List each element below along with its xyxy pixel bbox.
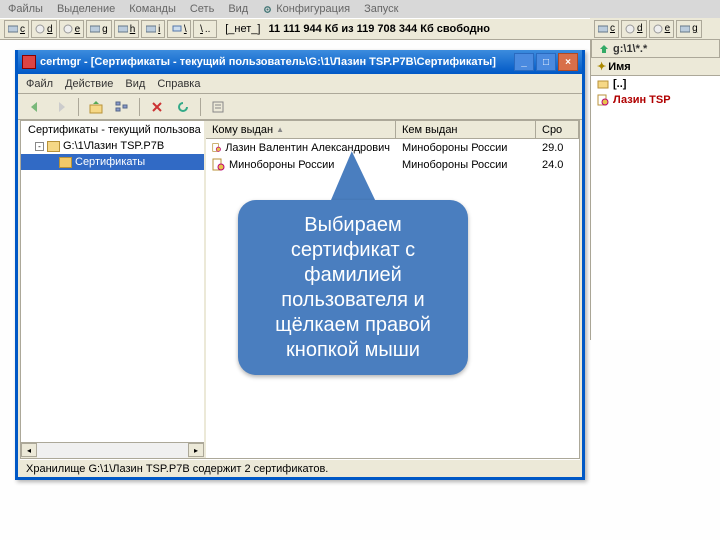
window-menu: Файл Действие Вид Справка — [18, 74, 582, 94]
certificate-icon — [212, 158, 225, 171]
drive-free-label: 11 111 944 Кб из 119 708 344 Кб свободно — [268, 23, 490, 35]
titlebar[interactable]: certmgr - [Сертификаты - текущий пользов… — [18, 50, 582, 74]
drive-g[interactable]: g — [86, 20, 112, 38]
column-headers: Кому выдан▲ Кем выдан Сро — [206, 121, 579, 139]
app-icon — [22, 55, 36, 69]
arrow-left-icon — [28, 100, 42, 114]
table-row[interactable]: Минобороны России Минобороны России 24.0 — [206, 156, 579, 173]
maximize-button[interactable]: □ — [536, 53, 556, 71]
folder-icon — [47, 141, 60, 152]
list-item-file[interactable]: Лазин TSP — [591, 92, 720, 108]
drive-r-c[interactable]: c — [594, 20, 619, 38]
drive-e[interactable]: e — [59, 20, 85, 38]
drive-i[interactable]: i — [141, 20, 165, 38]
scroll-right-icon[interactable]: ▸ — [188, 443, 204, 457]
show-tree-button[interactable] — [111, 96, 133, 118]
panel-col-name[interactable]: ✦Имя — [591, 58, 720, 76]
file-panel-right: g:\1\*.* ✦Имя [..] Лазин TSP — [590, 40, 720, 340]
tree-icon — [115, 100, 129, 114]
menu-config[interactable]: Конфигурация — [262, 3, 350, 15]
tree-root[interactable]: Сертификаты - текущий пользова — [21, 121, 204, 138]
app-menubar: Файлы Выделение Команды Сеть Вид Конфигу… — [0, 0, 720, 18]
delete-button[interactable] — [146, 96, 168, 118]
tree-file[interactable]: - G:\1\Лазин TSP.P7B — [21, 138, 204, 154]
menu-files[interactable]: Файлы — [8, 3, 43, 15]
menu-view2[interactable]: Вид — [125, 78, 145, 90]
folder-up-icon — [89, 100, 103, 114]
toolbar — [18, 94, 582, 120]
folder-open-icon — [59, 157, 72, 168]
arrow-up-icon — [598, 43, 610, 55]
drive-r-g[interactable]: g — [676, 20, 702, 38]
menu-help[interactable]: Справка — [157, 78, 200, 90]
drive-c[interactable]: c — [4, 20, 29, 38]
certificate-icon — [597, 94, 609, 106]
arrow-right-icon — [54, 100, 68, 114]
table-row[interactable]: Лазин Валентин Александрович Минобороны … — [206, 139, 579, 156]
status-bar: Хранилище G:\1\Лазин TSP.P7B содержит 2 … — [20, 459, 580, 477]
list-item-up[interactable]: [..] — [591, 76, 720, 92]
menu-net[interactable]: Сеть — [190, 3, 214, 15]
sort-asc-icon: ▲ — [276, 125, 284, 134]
instruction-callout: Выбираем сертификат с фамилией пользоват… — [238, 200, 468, 375]
col-issued-to[interactable]: Кому выдан▲ — [206, 121, 396, 138]
tree-leaf-selected[interactable]: Сертификаты — [21, 154, 204, 170]
panel-tab[interactable]: g:\1\*.* — [591, 40, 720, 58]
callout-tail — [330, 150, 383, 207]
x-icon — [150, 100, 164, 114]
refresh-button[interactable] — [172, 96, 194, 118]
menu-run[interactable]: Запуск — [364, 3, 398, 15]
drive-d[interactable]: d — [31, 20, 57, 38]
drive-bar-right: c d e g — [590, 18, 720, 40]
menu-commands[interactable]: Команды — [129, 3, 176, 15]
tree-hscrollbar[interactable]: ◂ ▸ — [21, 442, 204, 458]
drive-none: [_нет_] — [225, 23, 260, 35]
collapse-icon[interactable]: - — [35, 142, 44, 151]
drive-h[interactable]: h — [114, 20, 140, 38]
drive-r-d[interactable]: d — [621, 20, 647, 38]
tree-pane: Сертификаты - текущий пользова - G:\1\Ла… — [21, 121, 206, 458]
menu-file[interactable]: Файл — [26, 78, 53, 90]
drive-net2[interactable]: \.. — [193, 20, 217, 38]
up-button[interactable] — [85, 96, 107, 118]
col-issued-by[interactable]: Кем выдан — [396, 121, 536, 138]
drive-r-e[interactable]: e — [649, 20, 675, 38]
col-expiry[interactable]: Сро — [536, 121, 579, 138]
back-button[interactable] — [24, 96, 46, 118]
folder-up-icon — [597, 78, 609, 90]
gear-icon — [262, 4, 273, 15]
refresh-icon — [176, 100, 190, 114]
drive-net1[interactable]: \ — [167, 20, 191, 38]
menu-view[interactable]: Вид — [228, 3, 248, 15]
menu-action[interactable]: Действие — [65, 78, 113, 90]
certificate-icon — [212, 141, 221, 154]
minimize-button[interactable]: _ — [514, 53, 534, 71]
forward-button[interactable] — [50, 96, 72, 118]
close-button[interactable]: × — [558, 53, 578, 71]
scroll-left-icon[interactable]: ◂ — [21, 443, 37, 457]
export-button[interactable] — [207, 96, 229, 118]
list-icon — [211, 100, 225, 114]
menu-select[interactable]: Выделение — [57, 3, 115, 15]
